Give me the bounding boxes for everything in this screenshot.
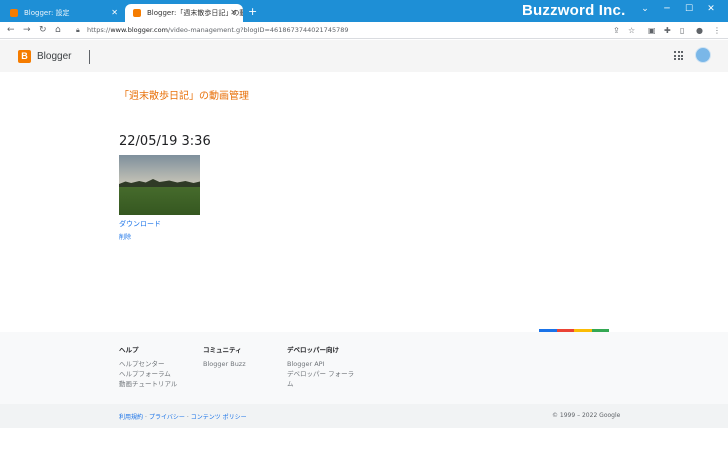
footer-link[interactable]: Blogger Buzz: [203, 359, 246, 369]
blogger-logo-icon[interactable]: B: [18, 50, 31, 63]
header-divider: [89, 50, 90, 64]
close-window-icon[interactable]: ✕: [700, 2, 722, 16]
thumbnail-grass: [119, 187, 200, 215]
delete-link[interactable]: 削除: [119, 232, 131, 241]
extensions-icon[interactable]: ✚: [664, 24, 671, 37]
extension-badge-icon[interactable]: ▣: [648, 24, 656, 37]
home-icon[interactable]: ⌂: [55, 23, 61, 37]
footer-heading: コミュニティ: [203, 346, 242, 354]
avatar[interactable]: [695, 47, 711, 63]
footer-heading: ヘルプ: [119, 346, 139, 354]
footer-link[interactable]: Blogger API: [287, 359, 354, 369]
blogger-header: B Blogger: [0, 40, 728, 72]
download-link[interactable]: ダウンロード: [119, 219, 161, 229]
page-title: 「週末散歩日記」の動画管理: [119, 91, 249, 102]
star-icon[interactable]: ☆: [628, 24, 635, 37]
tab-close-icon[interactable]: ✕: [111, 4, 118, 22]
address-bar[interactable]: 🔒︎ https://www.blogger.com/video-managem…: [72, 24, 644, 37]
app-name[interactable]: Blogger: [37, 50, 71, 64]
window-controls: ⌄ ─ ☐ ✕: [634, 2, 722, 16]
content-policy-link[interactable]: コンテンツ ポリシー: [191, 414, 247, 421]
footer-heading: デベロッパー向け: [287, 346, 339, 354]
tab-title: Blogger:「週末散歩日記」の動画管理: [147, 9, 243, 17]
footer-link[interactable]: ヘルプセンター: [119, 359, 177, 369]
lock-icon[interactable]: 🔒︎: [76, 24, 80, 37]
new-tab-button[interactable]: +: [248, 4, 257, 20]
apps-grid-icon[interactable]: [674, 51, 683, 60]
footer-link[interactable]: デベロッパー フォーラ: [287, 369, 354, 379]
terms-link[interactable]: 利用規約: [119, 414, 143, 421]
browser-window: Blogger: 設定 ✕ Blogger:「週末散歩日記」の動画管理 ✕ + …: [0, 0, 728, 460]
tab-strip: Blogger: 設定 ✕ Blogger:「週末散歩日記」の動画管理 ✕ + …: [0, 0, 728, 22]
footer-link[interactable]: 動画チュートリアル: [119, 379, 177, 389]
tab-close-icon[interactable]: ✕: [230, 4, 237, 22]
footer: [0, 332, 728, 404]
brand-watermark: Buzzword Inc.: [522, 2, 626, 19]
thumbnail-sky: [119, 155, 200, 185]
profile-icon[interactable]: ●: [696, 24, 703, 37]
video-date: 22/05/19 3:36: [119, 134, 211, 149]
separator: ·: [186, 414, 189, 421]
sidebar-icon[interactable]: ▯: [680, 24, 684, 37]
footer-link[interactable]: ム: [287, 379, 354, 389]
menu-dots-icon[interactable]: ⋮: [713, 24, 721, 37]
tab-video-management[interactable]: Blogger:「週末散歩日記」の動画管理 ✕: [125, 4, 243, 22]
tab-blogger-settings[interactable]: Blogger: 設定 ✕: [2, 4, 124, 22]
blogger-favicon-icon: [10, 9, 18, 17]
maximize-icon[interactable]: ☐: [678, 2, 700, 16]
back-arrow-icon[interactable]: ←: [7, 23, 15, 37]
footer-column-community: コミュニティ Blogger Buzz: [203, 346, 246, 369]
browser-toolbar: ← → ↻ ⌂ 🔒︎ https://www.blogger.com/video…: [0, 22, 728, 39]
legal-bar: 利用規約 · プライバシー · コンテンツ ポリシー © 1999 – 2022 Goo…: [0, 404, 728, 428]
video-thumbnail[interactable]: [119, 155, 200, 215]
privacy-link[interactable]: プライバシー: [149, 414, 185, 421]
legal-links: 利用規約 · プライバシー · コンテンツ ポリシー: [119, 412, 247, 421]
copyright: © 1999 – 2022 Google: [552, 412, 621, 419]
separator: ·: [145, 414, 147, 421]
footer-link[interactable]: ヘルプフォーラム: [119, 369, 177, 379]
tab-title: Blogger: 設定: [24, 9, 70, 17]
url-text: https://www.blogger.com/video-management…: [87, 26, 349, 34]
reload-icon[interactable]: ↻: [39, 23, 47, 37]
tab-search-icon[interactable]: ⌄: [634, 2, 656, 16]
forward-arrow-icon[interactable]: →: [23, 23, 31, 37]
share-icon[interactable]: ⇪: [613, 24, 620, 37]
blogger-favicon-icon: [133, 9, 141, 17]
minimize-icon[interactable]: ─: [656, 2, 678, 16]
footer-column-developers: デベロッパー向け Blogger API デベロッパー フォーラ ム: [287, 346, 354, 389]
footer-column-help: ヘルプ ヘルプセンター ヘルプフォーラム 動画チュートリアル: [119, 346, 177, 389]
